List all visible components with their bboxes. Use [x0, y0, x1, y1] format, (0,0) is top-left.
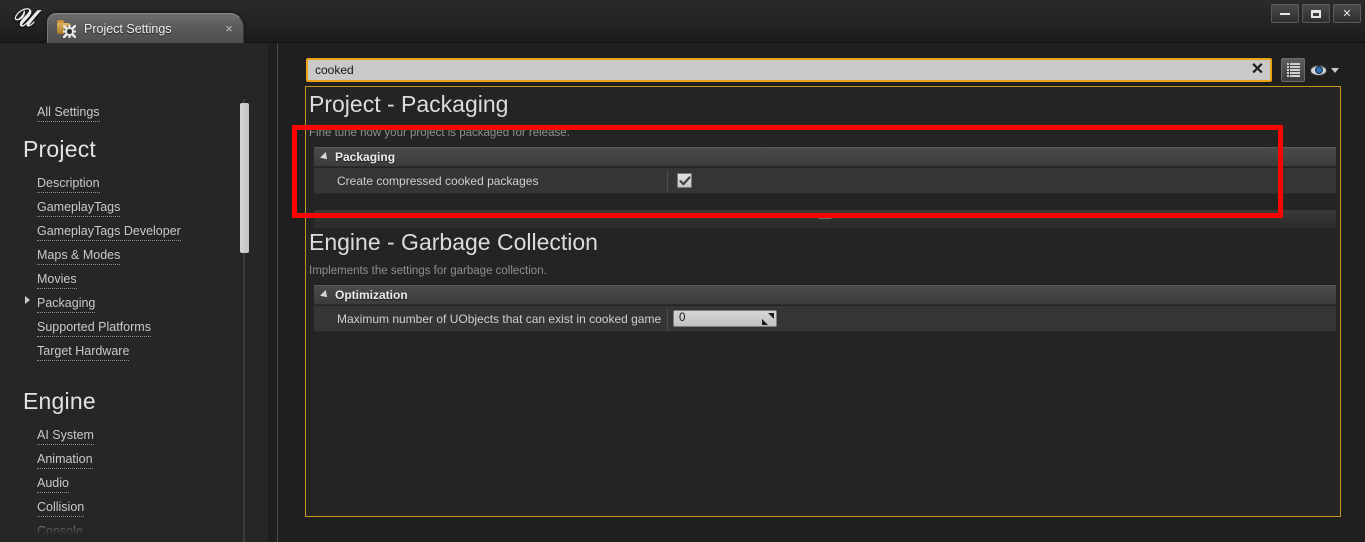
category-label: Optimization	[335, 288, 408, 302]
number-value: 0	[679, 312, 686, 324]
category-header-optimization[interactable]: Optimization	[314, 285, 1336, 305]
chevron-down-icon	[1331, 67, 1339, 73]
column-divider	[667, 170, 668, 192]
create-compressed-cooked-packages-checkbox[interactable]	[677, 173, 692, 188]
settings-sidebar: All Settings Project Description Gamepla…	[0, 43, 268, 542]
collapse-up-arrow-icon	[818, 213, 832, 219]
project-settings-icon	[56, 19, 78, 39]
unreal-engine-logo-icon: 𝒰	[11, 5, 35, 32]
category-header-packaging[interactable]: Packaging	[314, 147, 1336, 167]
tab-close-icon[interactable]: ×	[222, 22, 236, 36]
sidebar-expand-arrow-icon[interactable]	[25, 296, 30, 304]
clear-search-icon[interactable]: ✕	[1249, 61, 1266, 79]
sidebar-item-description[interactable]: Description	[37, 176, 100, 193]
sidebar-splitter[interactable]	[277, 43, 278, 542]
eye-icon	[1310, 64, 1327, 76]
sidebar-item-collision[interactable]: Collision	[37, 500, 85, 517]
property-label: Create compressed cooked packages	[337, 173, 539, 188]
property-row-create-compressed-cooked-packages[interactable]: Create compressed cooked packages	[314, 168, 1336, 194]
maximize-button[interactable]	[1302, 4, 1330, 23]
section-description-project-packaging: Fine tune how your project is packaged f…	[309, 127, 570, 139]
section-splitter[interactable]	[314, 210, 1336, 222]
section-title-project-packaging: Project - Packaging	[309, 91, 509, 117]
sidebar-item-ai-system[interactable]: AI System	[37, 428, 94, 445]
drag-handle-icon[interactable]	[762, 312, 774, 325]
close-button[interactable]: ✕	[1333, 4, 1361, 23]
settings-content-panel: Project - Packaging Fine tune how your p…	[305, 86, 1341, 517]
max-uobjects-number-input[interactable]: 0	[673, 310, 777, 327]
title-bar: 𝒰 Project Settings × ✕	[0, 0, 1365, 43]
column-divider	[667, 308, 668, 330]
sidebar-heading-project: Project	[23, 136, 96, 162]
window-controls: ✕	[1271, 4, 1361, 23]
tab-label: Project Settings	[84, 21, 172, 36]
sidebar-item-packaging[interactable]: Packaging	[37, 296, 96, 313]
sidebar-item-audio[interactable]: Audio	[37, 476, 69, 493]
section-description-engine-garbage-collection: Implements the settings for garbage coll…	[309, 265, 547, 277]
search-value: cooked	[315, 63, 354, 77]
list-view-icon[interactable]	[1281, 58, 1305, 82]
property-label: Maximum number of UObjects that can exis…	[337, 311, 662, 326]
sidebar-item-maps-and-modes[interactable]: Maps & Modes	[37, 248, 121, 265]
section-title-engine-garbage-collection: Engine - Garbage Collection	[309, 229, 598, 255]
sidebar-item-all-settings[interactable]: All Settings	[37, 105, 100, 122]
sidebar-item-gameplaytags[interactable]: GameplayTags	[37, 200, 121, 217]
sidebar-item-gameplaytags-developer[interactable]: GameplayTags Developer	[37, 224, 181, 241]
row-filler	[314, 222, 1336, 228]
sidebar-scrollbar-thumb[interactable]	[240, 103, 249, 253]
sidebar-item-console[interactable]: Console	[37, 524, 83, 541]
sidebar-item-target-hardware[interactable]: Target Hardware	[37, 344, 130, 361]
visibility-options-button[interactable]	[1310, 60, 1344, 80]
sidebar-item-movies[interactable]: Movies	[37, 272, 77, 289]
minimize-button[interactable]	[1271, 4, 1299, 23]
sidebar-heading-engine: Engine	[23, 388, 96, 414]
sidebar-item-animation[interactable]: Animation	[37, 452, 93, 469]
tab-project-settings[interactable]: Project Settings ×	[47, 13, 244, 43]
collapse-arrow-icon	[320, 290, 330, 300]
category-label: Packaging	[335, 150, 396, 164]
search-input[interactable]: cooked ✕	[306, 58, 1272, 82]
collapse-arrow-icon	[320, 152, 330, 162]
property-row-max-uobjects-cooked-game[interactable]: Maximum number of UObjects that can exis…	[314, 306, 1336, 332]
sidebar-item-supported-platforms[interactable]: Supported Platforms	[37, 320, 151, 337]
